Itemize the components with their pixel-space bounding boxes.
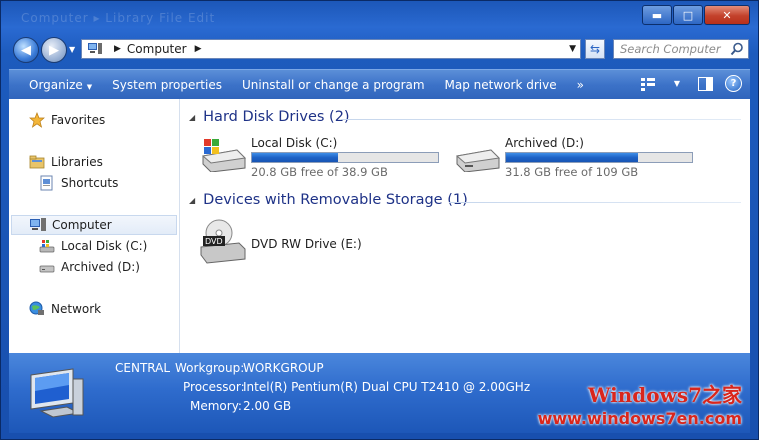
- back-button[interactable]: ◀: [13, 37, 39, 63]
- watermark-url: www.windows7en.com: [537, 409, 742, 428]
- sidebar-item-computer[interactable]: Computer: [11, 215, 177, 235]
- dvd-drive-icon: DVD: [199, 219, 247, 264]
- content-area: Favorites Libraries Shortcuts Computer L…: [9, 99, 750, 353]
- capacity-bar: [505, 152, 693, 163]
- sidebar-item-shortcuts[interactable]: Shortcuts: [39, 175, 118, 191]
- memory-label: Memory:: [190, 399, 242, 413]
- group-header-hard-disks[interactable]: ◢ Hard Disk Drives (2): [189, 109, 350, 125]
- view-controls: ▼ ?: [641, 75, 742, 92]
- window-controls: ▬ □ ✕: [642, 5, 750, 25]
- group-divider: [341, 119, 741, 120]
- search-icon[interactable]: [730, 42, 744, 56]
- organize-button[interactable]: Organize ▼: [9, 78, 102, 92]
- capacity-bar-fill: [252, 153, 339, 162]
- background-menu-ghost: Computer ▸ Library File Edit: [21, 11, 216, 25]
- shortcuts-icon: [39, 175, 55, 191]
- hard-drive-icon: [453, 136, 501, 173]
- help-icon[interactable]: ?: [725, 75, 742, 92]
- group-title: Devices with Removable Storage (1): [203, 192, 468, 208]
- breadcrumb-computer[interactable]: Computer: [127, 42, 187, 56]
- sidebar-item-archived[interactable]: Archived (D:): [39, 259, 140, 275]
- command-bar: Organize ▼ System properties Uninstall or…: [9, 69, 750, 100]
- navigation-pane: Favorites Libraries Shortcuts Computer L…: [9, 99, 180, 353]
- group-title: Hard Disk Drives (2): [203, 109, 350, 125]
- sidebar-item-favorites[interactable]: Favorites: [29, 112, 105, 128]
- more-commands-button[interactable]: »: [567, 78, 594, 92]
- system-properties-button[interactable]: System properties: [102, 78, 232, 92]
- recent-pages-dropdown-icon[interactable]: ▼: [69, 45, 75, 54]
- sidebar-label: Shortcuts: [61, 176, 119, 190]
- workgroup-value: WORKGROUP: [243, 361, 324, 375]
- map-network-drive-button[interactable]: Map network drive: [435, 78, 567, 92]
- view-options-dropdown-icon[interactable]: ▼: [669, 76, 685, 92]
- sidebar-label: Computer: [52, 218, 112, 232]
- organize-label: Organize: [29, 78, 83, 92]
- computer-icon: [88, 43, 102, 55]
- sidebar-label: Libraries: [51, 155, 103, 169]
- details-pane: CENTRAL Workgroup: WORKGROUP Processor: …: [9, 353, 750, 433]
- computer-large-icon: [27, 365, 87, 428]
- uninstall-program-button[interactable]: Uninstall or change a program: [232, 78, 435, 92]
- libraries-icon: [29, 154, 45, 170]
- collapse-triangle-icon[interactable]: ◢: [189, 113, 195, 122]
- sidebar-item-network[interactable]: Network: [29, 301, 101, 317]
- forward-button[interactable]: ▶: [41, 37, 67, 63]
- search-box[interactable]: Search Computer: [613, 39, 749, 59]
- group-header-removable[interactable]: ◢ Devices with Removable Storage (1): [189, 192, 468, 208]
- refresh-button[interactable]: ⇆: [585, 39, 605, 59]
- address-bar[interactable]: ▶ Computer ▶ ▼: [81, 39, 581, 59]
- search-input[interactable]: Search Computer: [620, 42, 730, 56]
- sidebar-label: Favorites: [51, 113, 106, 127]
- computer-icon: [30, 217, 46, 233]
- dvd-badge: DVD: [205, 237, 223, 246]
- sidebar-item-local-disk[interactable]: Local Disk (C:): [39, 238, 147, 254]
- drive-free-space: 20.8 GB free of 38.9 GB: [251, 165, 388, 179]
- capacity-bar: [251, 152, 439, 163]
- file-list: ◢ Hard Disk Drives (2) Local Disk (C:) 2…: [181, 99, 750, 353]
- processor-value: Intel(R) Pentium(R) Dual CPU T2410 @ 2.0…: [243, 380, 531, 394]
- workgroup-label: Workgroup:: [175, 361, 245, 375]
- explorer-window: Computer ▸ Library File Edit ▬ □ ✕ ◀ ▶ ▼…: [0, 0, 759, 440]
- processor-label: Processor:: [183, 380, 245, 394]
- memory-value: 2.00 GB: [243, 399, 292, 413]
- change-view-icon[interactable]: [641, 76, 657, 92]
- maximize-button[interactable]: □: [673, 5, 703, 25]
- star-icon: [29, 112, 45, 128]
- address-dropdown-icon[interactable]: ▼: [569, 44, 576, 54]
- preview-pane-icon[interactable]: [697, 76, 713, 92]
- sidebar-label: Network: [51, 302, 102, 316]
- breadcrumb-separator-icon[interactable]: ▶: [114, 44, 121, 54]
- sidebar-item-libraries[interactable]: Libraries: [29, 154, 103, 170]
- collapse-triangle-icon[interactable]: ◢: [189, 196, 195, 205]
- watermark-brand: Windows7之家: [588, 383, 742, 407]
- capacity-bar-fill: [506, 153, 639, 162]
- chevron-down-icon: ▼: [86, 83, 93, 91]
- drive-name: Archived (D:): [505, 136, 584, 150]
- group-divider: [449, 202, 741, 203]
- hard-drive-icon: [39, 259, 55, 275]
- minimize-button[interactable]: ▬: [642, 5, 672, 25]
- windows-drive-icon: [39, 238, 55, 254]
- navigation-bar: ◀ ▶ ▼ ▶ Computer ▶ ▼ ⇆ Search Computer: [9, 35, 750, 65]
- drive-free-space: 31.8 GB free of 109 GB: [505, 165, 639, 179]
- breadcrumb-chevron-icon[interactable]: ▶: [195, 44, 202, 54]
- network-icon: [29, 301, 45, 317]
- close-button[interactable]: ✕: [704, 5, 750, 25]
- sidebar-label: Archived (D:): [61, 260, 140, 274]
- drive-name: Local Disk (C:): [251, 136, 338, 150]
- windows-drive-icon: [199, 136, 247, 173]
- computer-name: CENTRAL: [115, 361, 171, 375]
- drive-name: DVD RW Drive (E:): [251, 237, 362, 251]
- sidebar-label: Local Disk (C:): [61, 239, 148, 253]
